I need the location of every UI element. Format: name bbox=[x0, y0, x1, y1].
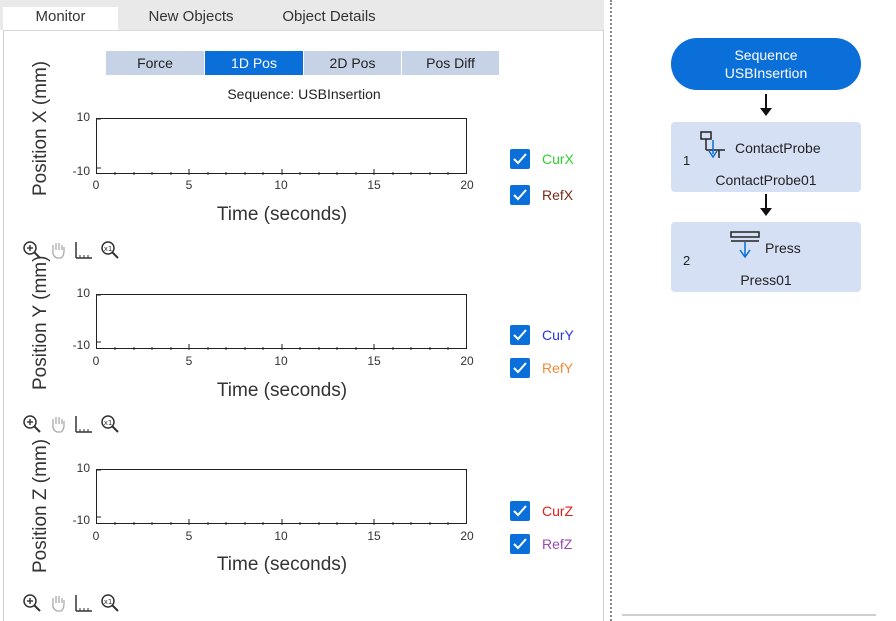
x-tick-label: 15 bbox=[367, 178, 381, 192]
flow-arrow bbox=[760, 194, 772, 216]
subtab-2d-pos[interactable]: 2D Pos bbox=[304, 51, 401, 75]
x-axis-label: Time (seconds) bbox=[216, 380, 348, 401]
contact-probe-icon bbox=[700, 131, 725, 159]
curx-label: CurX bbox=[542, 151, 574, 167]
main-tab-strip: Monitor New Objects Object Details bbox=[0, 0, 604, 30]
refy-label: RefY bbox=[542, 360, 574, 376]
box-zoom-icon[interactable] bbox=[74, 593, 94, 613]
zoom-reset-icon[interactable]: x1 bbox=[100, 593, 120, 613]
x-tick-label: 10 bbox=[274, 354, 288, 368]
x-tick-label: 5 bbox=[185, 354, 193, 368]
cury-checkbox[interactable] bbox=[510, 325, 530, 345]
step-type-label: ContactProbe bbox=[735, 140, 821, 156]
step-name-label: Press01 bbox=[740, 272, 792, 288]
x-tick-label: 20 bbox=[460, 178, 474, 192]
subtab-pos-diff[interactable]: Pos Diff bbox=[402, 51, 499, 75]
subtab-1d-pos[interactable]: 1D Pos bbox=[205, 51, 303, 75]
step-number: 1 bbox=[683, 153, 691, 168]
cury-label: CurY bbox=[542, 327, 574, 343]
svg-text:x1: x1 bbox=[104, 598, 113, 606]
chart-position-y: Position Y (mm) 10 -10 0 5 10 15 20 Time… bbox=[0, 256, 610, 454]
y-axis-label: Position X (mm) bbox=[30, 60, 51, 196]
zoom-reset-icon[interactable]: x1 bbox=[100, 414, 120, 434]
step-number: 2 bbox=[683, 253, 691, 268]
step-name-label: ContactProbe01 bbox=[715, 172, 817, 188]
x-tick-label: 20 bbox=[460, 354, 474, 368]
chart-type-tabs: Force 1D Pos 2D Pos Pos Diff bbox=[106, 51, 499, 75]
bottom-divider bbox=[622, 614, 876, 616]
plot-area[interactable] bbox=[96, 469, 467, 525]
zoom-in-icon[interactable] bbox=[22, 593, 42, 613]
curz-label: CurZ bbox=[542, 503, 574, 519]
sequence-name: USBInsertion bbox=[724, 65, 808, 81]
y-tick-label: 10 bbox=[76, 110, 90, 124]
step-type-label: Press bbox=[765, 240, 801, 256]
refx-label: RefX bbox=[542, 187, 574, 203]
y-tick-label: -10 bbox=[72, 164, 90, 178]
zoom-reset-icon[interactable]: x1 bbox=[100, 240, 120, 260]
x-tick-label: 20 bbox=[460, 529, 474, 543]
step-contact-probe[interactable]: 1 ContactProbe ContactProbe01 bbox=[671, 122, 861, 192]
x-tick-label: 0 bbox=[92, 178, 100, 192]
svg-text:x1: x1 bbox=[104, 245, 113, 253]
box-zoom-icon[interactable] bbox=[74, 240, 94, 260]
refx-checkbox[interactable] bbox=[510, 185, 530, 205]
tab-monitor[interactable]: Monitor bbox=[3, 7, 118, 30]
x-axis-label: Time (seconds) bbox=[216, 204, 348, 225]
press-icon bbox=[730, 231, 760, 259]
app-window: Monitor New Objects Object Details Force… bbox=[0, 0, 896, 621]
x-tick-label: 15 bbox=[367, 529, 381, 543]
sequence-start-node[interactable]: Sequence USBInsertion bbox=[671, 38, 861, 90]
x-tick-label: 10 bbox=[274, 178, 288, 192]
x-axis-label: Time (seconds) bbox=[216, 554, 348, 575]
y-tick-label: -10 bbox=[72, 513, 90, 527]
x-tick-label: 5 bbox=[185, 178, 193, 192]
x-tick-label: 0 bbox=[92, 354, 100, 368]
tab-object-details[interactable]: Object Details bbox=[264, 7, 394, 30]
y-axis-label: Position Z (mm) bbox=[30, 438, 51, 573]
x-tick-label: 15 bbox=[367, 354, 381, 368]
sequence-label: Sequence bbox=[734, 47, 798, 63]
refz-checkbox[interactable] bbox=[510, 534, 530, 554]
box-zoom-icon[interactable] bbox=[74, 414, 94, 434]
y-axis-label: Position Y (mm) bbox=[30, 255, 51, 390]
chart-position-x: Position X (mm) 10 -10 0 5 10 15 20 Time… bbox=[0, 61, 610, 280]
refy-checkbox[interactable] bbox=[510, 358, 530, 378]
pane-splitter[interactable] bbox=[610, 0, 612, 621]
y-tick-label: 10 bbox=[76, 286, 90, 300]
y-tick-label: 10 bbox=[76, 461, 90, 475]
pan-hand-icon[interactable] bbox=[48, 593, 68, 613]
step-press[interactable]: 2 Press Press01 bbox=[671, 222, 861, 292]
curz-checkbox[interactable] bbox=[510, 501, 530, 521]
x-tick-label: 10 bbox=[274, 529, 288, 543]
tab-new-objects[interactable]: New Objects bbox=[130, 7, 252, 30]
chart-position-z: Position Z (mm) 10 -10 0 5 10 15 20 Time… bbox=[0, 439, 610, 621]
x-tick-label: 0 bbox=[92, 529, 100, 543]
plot-area[interactable] bbox=[96, 118, 467, 175]
flow-arrow bbox=[760, 94, 772, 116]
refz-label: RefZ bbox=[542, 536, 573, 552]
plot-area[interactable] bbox=[96, 294, 467, 350]
y-tick-label: -10 bbox=[72, 338, 90, 352]
x-tick-label: 5 bbox=[185, 529, 193, 543]
curx-checkbox[interactable] bbox=[510, 149, 530, 169]
svg-text:x1: x1 bbox=[104, 419, 113, 427]
subtab-force[interactable]: Force bbox=[106, 51, 204, 75]
